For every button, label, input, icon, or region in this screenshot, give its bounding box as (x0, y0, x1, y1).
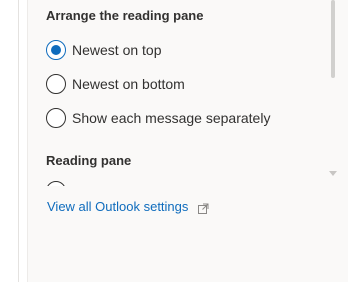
radio-label-newest-on-bottom: Newest on bottom (72, 76, 185, 92)
reading-pane-heading: Reading pane (46, 153, 132, 168)
arrange-reading-pane-heading: Arrange the reading pane (46, 8, 204, 23)
radio-label-show-each-message-separately: Show each message separately (72, 110, 271, 126)
radio-label-newest-on-top: Newest on top (72, 42, 162, 58)
view-all-outlook-settings-label: View all Outlook settings (47, 199, 189, 214)
scroll-down-arrow-icon[interactable] (329, 171, 337, 176)
radio-button[interactable] (46, 108, 66, 128)
radio-newest-on-bottom[interactable]: Newest on bottom (46, 73, 185, 95)
radio-reading-pane-option-partial[interactable] (46, 180, 66, 186)
radio-newest-on-top[interactable]: Newest on top (46, 39, 162, 61)
radio-button[interactable] (46, 181, 66, 186)
scrollbar-thumb[interactable] (331, 0, 335, 78)
open-in-new-window-icon (198, 201, 209, 214)
radio-button-checked[interactable] (46, 40, 66, 60)
radio-show-each-message-separately[interactable]: Show each message separately (46, 107, 270, 129)
settings-panel: Arrange the reading pane Newest on top N… (27, 0, 348, 282)
view-all-outlook-settings-link[interactable]: View all Outlook settings (47, 199, 209, 214)
settings-scroll-region[interactable]: Arrange the reading pane Newest on top N… (28, 0, 348, 186)
pane-divider (18, 0, 19, 282)
radio-button[interactable] (46, 74, 66, 94)
